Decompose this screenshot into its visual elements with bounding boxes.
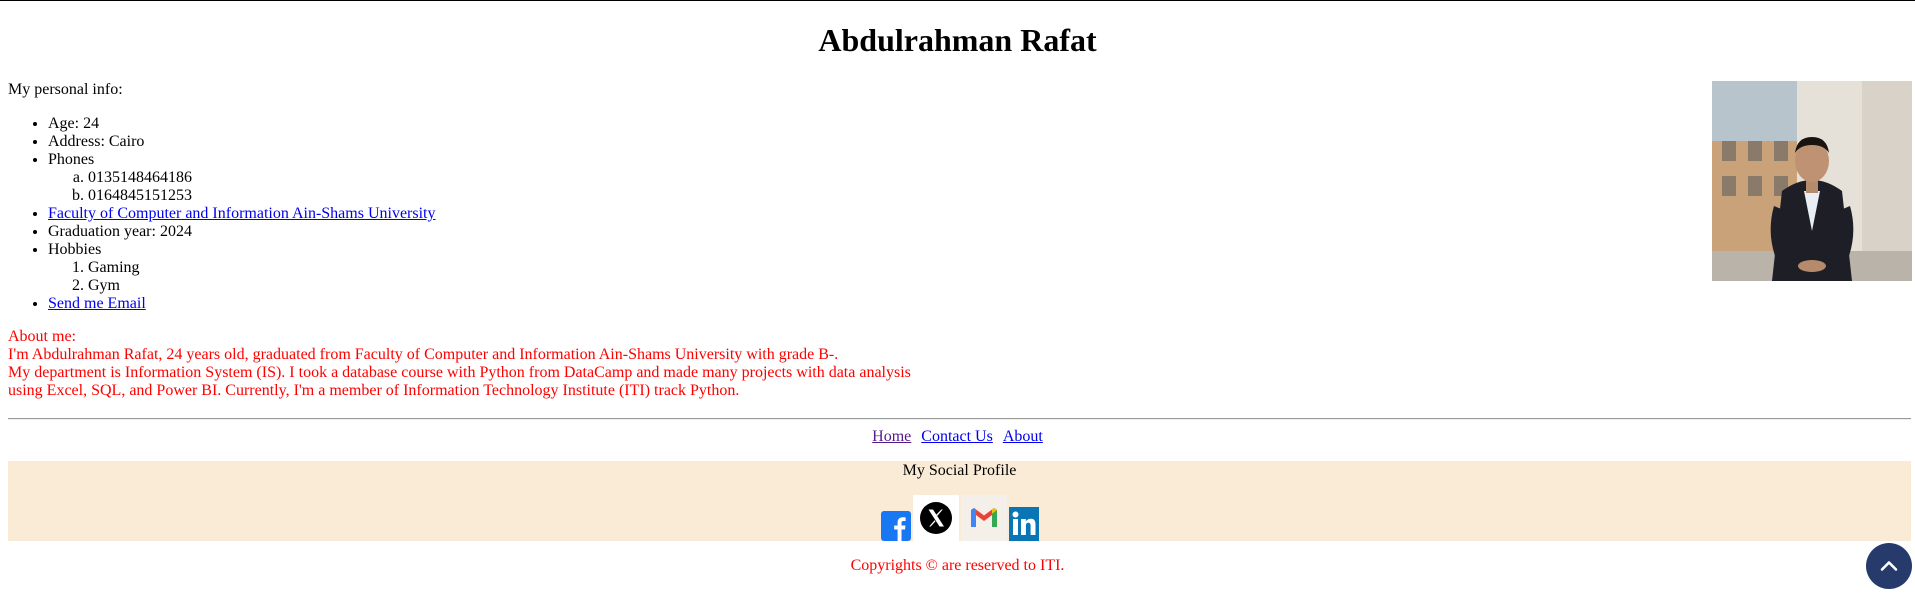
hobbies-list: Gaming Gym — [48, 259, 436, 295]
about-line-2: My department is Information System (IS)… — [8, 364, 911, 399]
page-title: Abdulrahman Rafat — [818, 22, 1097, 58]
nav-contact-link[interactable]: Contact Us — [921, 428, 993, 445]
gmail-icon — [960, 495, 1007, 541]
scroll-to-top-button[interactable] — [1866, 543, 1912, 589]
faculty-item: Faculty of Computer and Information Ain-… — [48, 205, 436, 223]
hobbies-item: Hobbies Gaming Gym — [48, 241, 436, 295]
about-heading: About me: — [8, 328, 76, 345]
phone-item: 0135148464186 — [88, 169, 436, 187]
chevron-up-icon — [1880, 561, 1898, 571]
x-twitter-icon — [912, 495, 959, 541]
phones-item: Phones 0135148464186 0164845151253 — [48, 151, 436, 205]
faculty-link[interactable]: Faculty of Computer and Information Ain-… — [48, 205, 436, 222]
linkedin-icon — [1008, 507, 1039, 541]
personal-info-list: Age: 24 Address: Cairo Phones 0135148464… — [8, 115, 436, 313]
phones-label: Phones — [48, 151, 95, 168]
personal-info-heading: My personal info: — [8, 81, 123, 98]
send-email-link[interactable]: Send me Email — [48, 295, 146, 312]
age-item: Age: 24 — [48, 115, 436, 133]
profile-photo-image — [1712, 81, 1912, 281]
social-profile-title: My Social Profile — [902, 462, 1017, 479]
social-icons-row — [8, 495, 1911, 541]
email-item: Send me Email — [48, 295, 436, 313]
x-twitter-link[interactable] — [912, 495, 959, 541]
facebook-link[interactable] — [880, 511, 911, 541]
about-line-1: I'm Abdulrahman Rafat, 24 years old, gra… — [8, 346, 839, 363]
linkedin-link[interactable] — [1008, 507, 1039, 541]
nav-home-link[interactable]: Home — [872, 428, 911, 445]
social-profile-section: My Social Profile — [8, 461, 1911, 541]
top-border — [0, 0, 1915, 1]
facebook-icon — [880, 511, 911, 541]
nav-links: Home Contact Us About — [0, 427, 1915, 447]
phones-list: 0135148464186 0164845151253 — [48, 169, 436, 205]
graduation-item: Graduation year: 2024 — [48, 223, 436, 241]
hobby-item: Gaming — [88, 259, 436, 277]
hobby-item: Gym — [88, 277, 436, 295]
about-section: About me: I'm Abdulrahman Rafat, 24 year… — [8, 328, 928, 400]
hobbies-label: Hobbies — [48, 241, 102, 258]
nav-about-link[interactable]: About — [1003, 428, 1043, 445]
address-item: Address: Cairo — [48, 133, 436, 151]
gmail-link[interactable] — [960, 495, 1007, 541]
phone-item: 0164845151253 — [88, 187, 436, 205]
horizontal-divider — [8, 418, 1911, 420]
copyright-text: Copyrights © are reserved to ITI. — [850, 557, 1065, 574]
profile-photo — [1712, 81, 1912, 281]
